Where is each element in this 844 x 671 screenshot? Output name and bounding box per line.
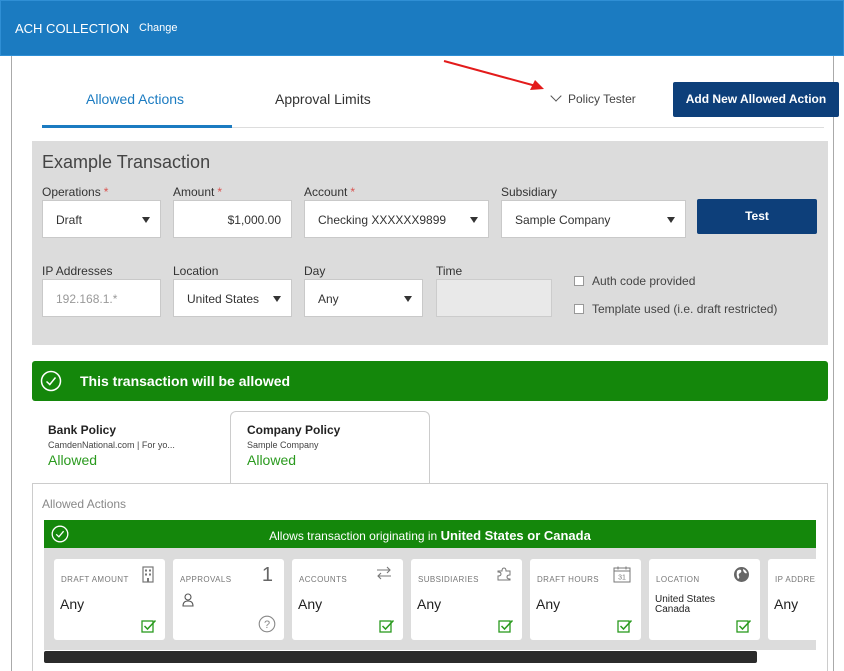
card-title: IP ADDRESS — [775, 575, 816, 584]
tab-allowed-actions[interactable]: Allowed Actions — [86, 91, 184, 107]
checkbox-icon — [574, 304, 584, 314]
policy-tester-toggle[interactable]: Policy Tester — [550, 90, 636, 106]
card-subsidiaries[interactable]: SUBSIDIARIES Any — [411, 559, 522, 640]
amount-input[interactable]: $1,000.00 — [173, 200, 292, 238]
account-label: Account * — [304, 185, 356, 199]
example-transaction-title: Example Transaction — [42, 152, 211, 172]
template-used-checkbox[interactable]: Template used (i.e. draft restricted) — [574, 302, 777, 316]
rule-cards: DRAFT AMOUNT Any APPROVALS 1 ? ACCOUNTS — [44, 548, 816, 650]
bank-policy-name: Bank Policy — [48, 423, 117, 437]
day-value: Any — [318, 292, 339, 306]
card-value: Any — [298, 596, 323, 612]
subsidiary-label: Subsidiary — [501, 185, 558, 199]
company-policy-tab[interactable]: Company Policy Sample Company Allowed — [247, 423, 340, 468]
tab-approval-limits[interactable]: Approval Limits — [275, 91, 371, 107]
card-location[interactable]: LOCATION United States Canada — [649, 559, 760, 640]
location-select[interactable]: United States — [173, 279, 292, 317]
card-title: APPROVALS — [180, 575, 232, 584]
template-used-label: Template used (i.e. draft restricted) — [592, 302, 778, 316]
operations-value: Draft — [56, 213, 83, 227]
card-accounts[interactable]: ACCOUNTS Any — [292, 559, 403, 640]
operations-label: Operations * — [42, 185, 109, 199]
check-circle-icon — [40, 370, 62, 392]
checkbox-checked-icon — [141, 619, 157, 633]
card-title: DRAFT HOURS — [537, 575, 600, 584]
time-input[interactable] — [436, 279, 552, 317]
result-banner: This transaction will be allowed — [32, 361, 828, 401]
company-policy-status: Allowed — [247, 452, 297, 468]
checkbox-checked-icon — [617, 619, 633, 633]
operations-select[interactable]: Draft — [42, 200, 161, 238]
add-new-allowed-action-button[interactable]: Add New Allowed Action — [673, 82, 839, 117]
bank-policy-status: Allowed — [48, 452, 98, 468]
account-select[interactable]: Checking XXXXXX9899 — [304, 200, 489, 238]
change-link[interactable]: Change — [139, 22, 178, 34]
result-message: This transaction will be allowed — [80, 373, 291, 389]
active-tab-indicator — [42, 125, 232, 128]
card-value: United States Canada — [655, 594, 716, 615]
card-value: Any — [417, 596, 442, 612]
amount-label: Amount * — [173, 185, 223, 199]
checkbox-icon — [574, 276, 584, 286]
card-value: Any — [536, 596, 561, 612]
transfer-arrows-icon — [377, 566, 391, 580]
dropdown-caret-icon — [273, 296, 281, 302]
location-label: Location — [173, 264, 219, 278]
time-label: Time — [436, 264, 463, 278]
card-title: SUBSIDIARIES — [418, 575, 479, 584]
subsidiary-select[interactable]: Sample Company — [501, 200, 686, 238]
svg-text:31: 31 — [618, 575, 626, 582]
allowed-actions-label: Allowed Actions — [42, 497, 127, 511]
card-title: ACCOUNTS — [299, 575, 348, 584]
day-label: Day — [304, 264, 326, 278]
user-icon — [182, 593, 194, 607]
dropdown-caret-icon — [470, 217, 478, 223]
checkbox-checked-icon — [379, 619, 395, 633]
policy-tester-label: Policy Tester — [568, 92, 636, 106]
puzzle-icon — [497, 567, 511, 581]
checkbox-checked-icon — [498, 619, 514, 633]
company-policy-name: Company Policy — [247, 423, 341, 437]
rule-text: Allows transaction originating in United… — [269, 528, 591, 543]
annotation-arrow-icon — [443, 60, 544, 90]
checkbox-checked-icon — [736, 619, 752, 633]
company-policy-sub: Sample Company — [247, 440, 319, 450]
building-icon — [142, 566, 154, 583]
test-button[interactable]: Test — [697, 199, 817, 234]
card-value: Any — [60, 596, 85, 612]
approvals-count: 1 — [261, 564, 273, 586]
help-icon[interactable]: ? — [258, 615, 276, 633]
auth-code-checkbox[interactable]: Auth code provided — [574, 274, 695, 288]
account-value: Checking XXXXXX9899 — [318, 213, 447, 227]
horizontal-scrollbar[interactable] — [44, 651, 757, 663]
day-select[interactable]: Any — [304, 279, 423, 317]
dropdown-caret-icon — [142, 217, 150, 223]
card-title: LOCATION — [656, 575, 700, 584]
card-value: Any — [774, 596, 799, 612]
calendar-icon: 31 — [613, 566, 631, 583]
auth-code-label: Auth code provided — [592, 274, 696, 288]
svg-text:?: ? — [264, 619, 270, 631]
app-header: ACH COLLECTION Change — [0, 0, 844, 56]
bank-policy-sub: CamdenNational.com | For yo... — [48, 440, 175, 450]
subsidiary-value: Sample Company — [515, 213, 611, 227]
dropdown-caret-icon — [667, 217, 675, 223]
bank-policy-tab[interactable]: Bank Policy CamdenNational.com | For yo.… — [48, 423, 175, 468]
card-draft-amount[interactable]: DRAFT AMOUNT Any — [54, 559, 165, 640]
location-value: United States — [187, 292, 260, 306]
card-ip-address[interactable]: IP ADDRESS Any — [768, 559, 816, 640]
amount-value: $1,000.00 — [227, 213, 281, 227]
chevron-down-icon — [550, 90, 562, 102]
page-title: ACH COLLECTION — [15, 21, 130, 36]
globe-icon — [734, 567, 749, 582]
ip-placeholder: 192.168.1.* — [56, 292, 118, 306]
dropdown-caret-icon — [404, 296, 412, 302]
card-draft-hours[interactable]: DRAFT HOURS 31 Any — [530, 559, 641, 640]
card-approvals[interactable]: APPROVALS 1 ? — [173, 559, 284, 640]
rule-banner: Allows transaction originating in United… — [44, 520, 816, 548]
ip-addresses-input[interactable]: 192.168.1.* — [42, 279, 161, 317]
ip-addresses-label: IP Addresses — [42, 264, 113, 278]
card-title: DRAFT AMOUNT — [61, 575, 129, 584]
